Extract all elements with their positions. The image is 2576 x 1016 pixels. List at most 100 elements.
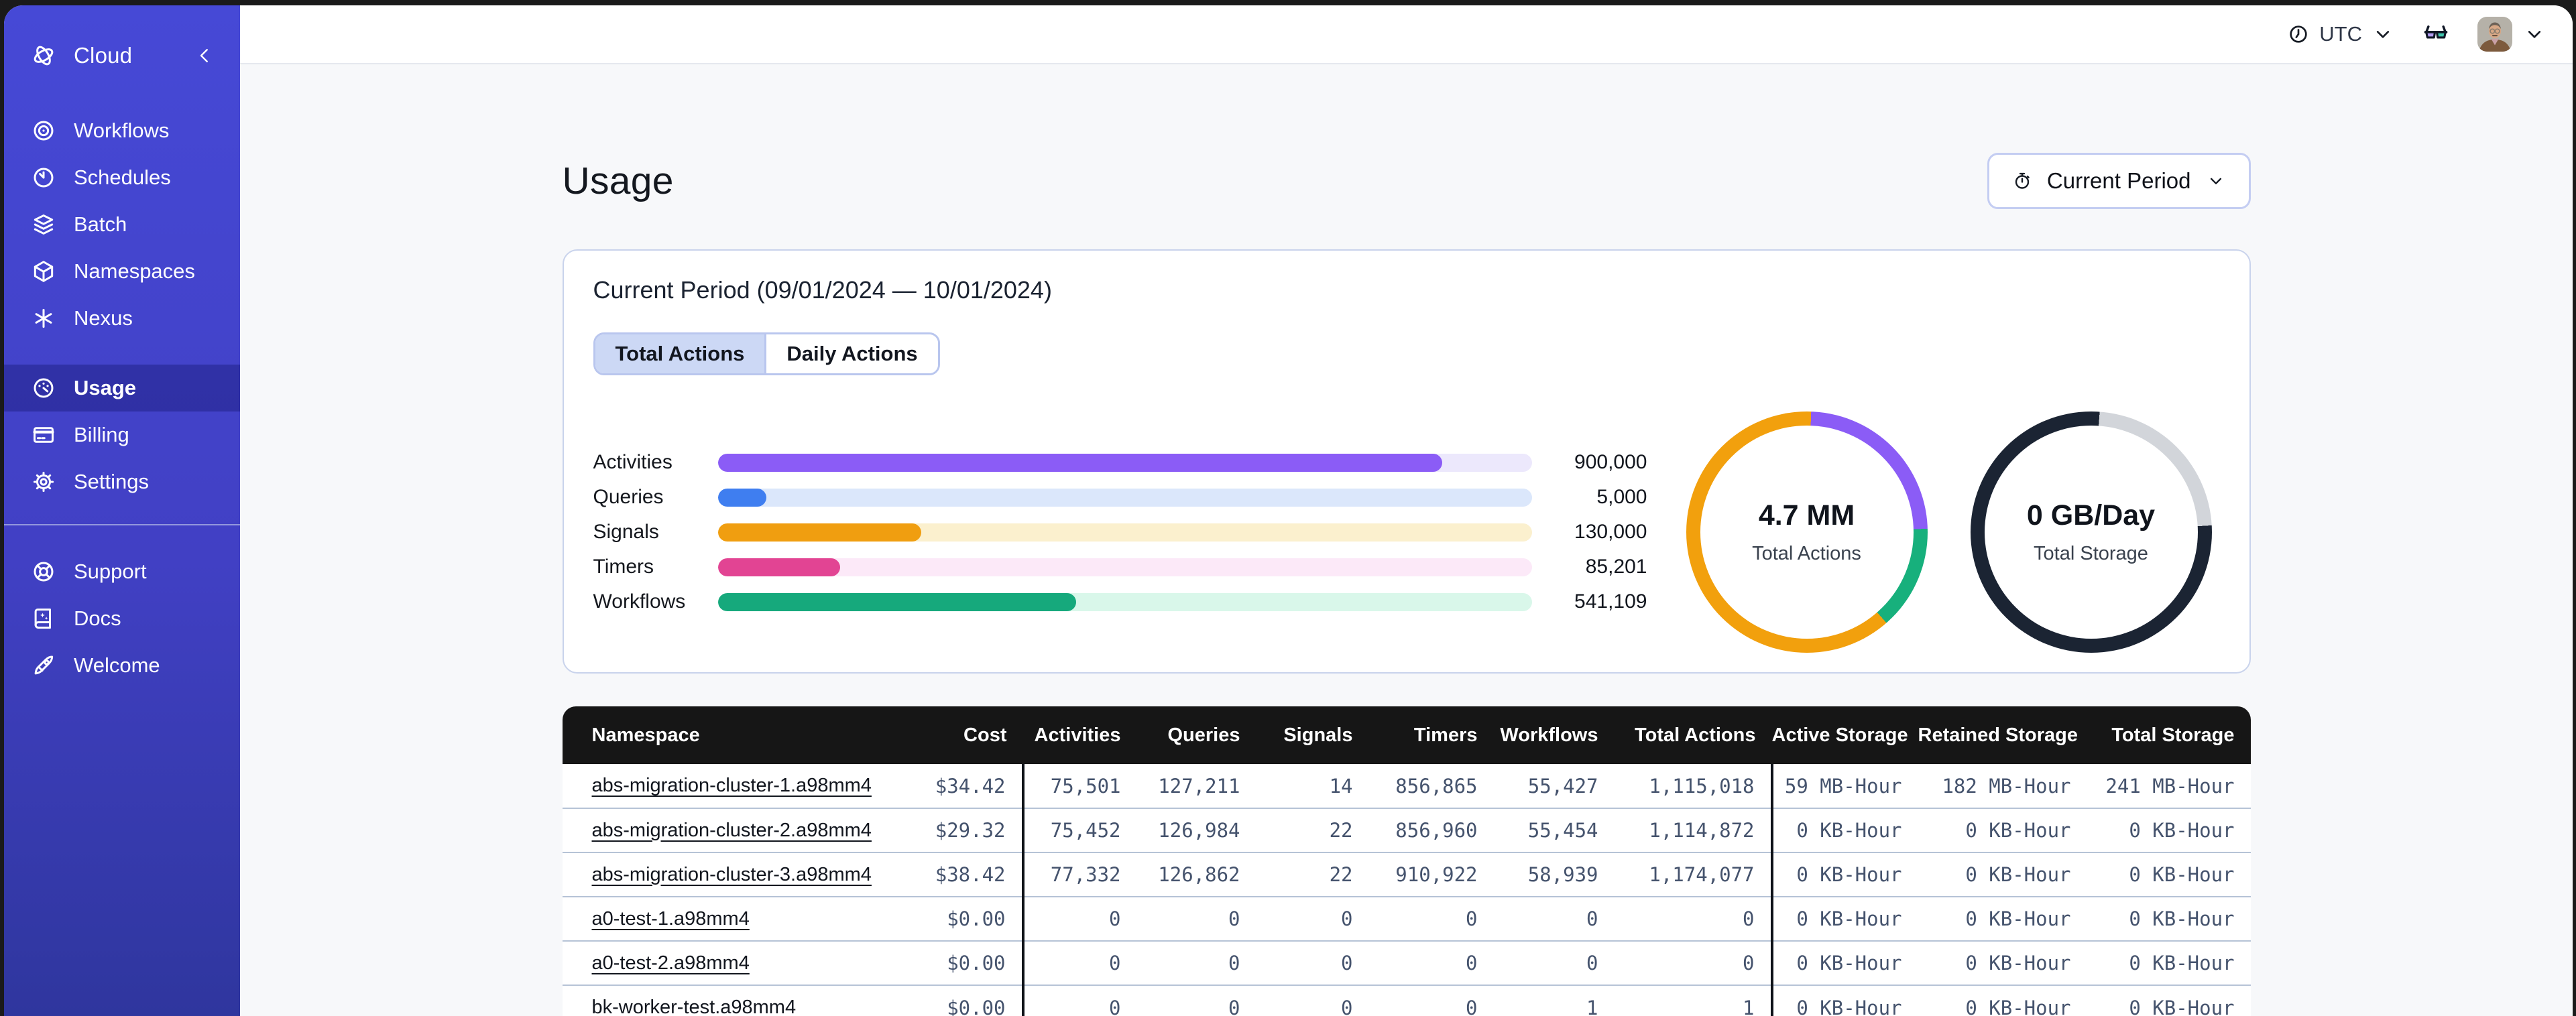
chevron-down-icon[interactable] [2523,23,2546,46]
app-window: Cloud Workflows Schedules Batch Namespaces N… [4,5,2573,1016]
table-row: a0-test-1.a98mm4 $0.00 0 0 0 0 0 0 0 KB-Hour 0 KB… [562,896,2251,941]
column-header-active_storage: Active Storage [1771,706,1918,764]
cell-queries: 0 [1136,985,1256,1016]
cell-signals: 0 [1256,985,1369,1016]
cell-cost: $0.00 [909,896,1023,941]
collapse-sidebar-icon[interactable] [194,46,215,66]
bar-value: 5,000 [1596,486,1647,508]
sidebar-item-schedules[interactable]: Schedules [4,154,240,201]
actions-tab-group: Total Actions Daily Actions [593,332,940,375]
cell-total_storage: 0 KB-Hour [2087,808,2251,852]
sidebar-item-label: Namespaces [74,259,195,283]
tab-daily-actions[interactable]: Daily Actions [764,334,938,373]
brand: Cloud [4,32,240,79]
nexus-icon [31,306,56,331]
stopwatch-icon [2012,171,2032,191]
clock-icon [2287,23,2310,46]
namespace-link[interactable]: abs-migration-cluster-1.a98mm4 [592,775,872,796]
sidebar-item-label: Schedules [74,166,171,189]
sidebar-item-label: Welcome [74,653,160,677]
feedback-glasses-icon[interactable] [2421,19,2451,49]
table-row: abs-migration-cluster-3.a98mm4 $38.42 77,3… [562,852,2251,897]
cell-activities: 75,452 [1021,808,1137,852]
cell-timers: 856,865 [1368,764,1494,808]
column-header-workflows: Workflows [1493,706,1615,764]
main-area: UTC Usage Current Period Current Period … [240,5,2573,1016]
namespace-link[interactable]: a0-test-2.a98mm4 [592,952,750,974]
cell-total_actions: 1,114,872 [1614,808,1772,852]
cell-timers: 0 [1368,985,1494,1016]
bar-value: 130,000 [1574,521,1647,543]
column-header-total_storage: Total Storage [2087,706,2251,764]
sidebar-item-billing[interactable]: Billing [4,411,240,458]
actions-bar-chart: Activities 900,000 Queries 5,000 Signals 130,… [593,445,1647,619]
column-header-cost: Cost [909,706,1023,764]
sidebar-nav: Workflows Schedules Batch Namespaces Nexus Us… [4,107,240,689]
cell-active_storage: 0 KB-Hour [1770,940,1918,985]
cell-total_actions: 1,115,018 [1614,764,1772,808]
column-header-activities: Activities [1022,706,1137,764]
sidebar-item-label: Billing [74,423,129,446]
cell-workflows: 58,939 [1493,852,1615,897]
cell-signals: 0 [1256,896,1369,941]
cell-total_actions: 0 [1614,896,1772,941]
cell-total_storage: 0 KB-Hour [2087,896,2251,941]
namespace-link[interactable]: a0-test-1.a98mm4 [592,908,750,930]
avatar[interactable] [2477,17,2512,52]
usage-icon [31,375,56,401]
batch-icon [31,212,56,237]
timezone-label: UTC [2319,22,2362,46]
table-row: a0-test-2.a98mm4 $0.00 0 0 0 0 0 0 0 KB-Hour 0 KB… [562,940,2251,985]
sidebar-item-settings[interactable]: Settings [4,458,240,505]
bar-fill [717,523,921,542]
cell-signals: 0 [1256,940,1369,985]
usage-table: Namespace Cost Activities Queries Signals Tim… [562,706,2251,1016]
cell-queries: 0 [1136,896,1256,941]
page-title: Usage [562,160,674,202]
namespace-link[interactable]: bk-worker-test.a98mm4 [592,997,797,1016]
tab-total-actions[interactable]: Total Actions [595,334,765,373]
sidebar-item-label: Usage [74,376,137,399]
docs-icon [31,606,56,631]
cell-queries: 0 [1136,940,1256,985]
cell-cost: $0.00 [909,985,1023,1016]
namespace-link[interactable]: abs-migration-cluster-2.a98mm4 [592,820,872,841]
donut-label: Total Actions [1752,543,1861,564]
cell-retained_storage: 0 KB-Hour [1918,896,2087,941]
sidebar-item-workflows[interactable]: Workflows [4,107,240,154]
sidebar-item-namespaces[interactable]: Namespaces [4,248,240,295]
period-selector-button[interactable]: Current Period [1987,153,2251,209]
cell-active_storage: 59 MB-Hour [1770,764,1918,808]
bar-row-workflows: Workflows 541,109 [593,584,1647,619]
cell-timers: 910,922 [1368,852,1494,897]
donut-charts: 4.7 MM Total Actions 0 GB/Day Total Storage [1686,411,2220,653]
cell-queries: 126,862 [1136,852,1256,897]
sidebar-item-nexus[interactable]: Nexus [4,295,240,342]
sidebar: Cloud Workflows Schedules Batch Namespaces N… [4,5,240,1016]
bar-label: Timers [593,556,654,578]
support-icon [31,559,56,584]
bar-label: Activities [593,451,672,473]
sidebar-item-usage[interactable]: Usage [4,365,240,411]
cell-queries: 127,211 [1136,764,1256,808]
column-header-namespace: Namespace [562,706,909,764]
bar-row-timers: Timers 85,201 [593,550,1647,584]
timezone-selector[interactable]: UTC [2287,22,2394,46]
sidebar-item-batch[interactable]: Batch [4,201,240,248]
sidebar-item-docs[interactable]: Docs [4,595,240,642]
cell-activities: 0 [1021,985,1137,1016]
sidebar-item-welcome[interactable]: Welcome [4,642,240,689]
billing-icon [31,422,56,448]
bar-value: 541,109 [1574,590,1647,613]
table-row: abs-migration-cluster-2.a98mm4 $29.32 75,4… [562,808,2251,852]
sidebar-item-label: Workflows [74,119,170,142]
account-menu[interactable] [2477,17,2546,52]
cell-total_storage: 0 KB-Hour [2087,985,2251,1016]
namespace-link[interactable]: abs-migration-cluster-3.a98mm4 [592,864,872,885]
sidebar-item-support[interactable]: Support [4,548,240,595]
column-header-queries: Queries [1136,706,1256,764]
cell-total_actions: 1 [1614,985,1772,1016]
current-period-card: Current Period (09/01/2024 — 10/01/2024)… [562,249,2251,674]
workflows-icon [31,118,56,143]
column-header-retained_storage: Retained Storage [1918,706,2087,764]
